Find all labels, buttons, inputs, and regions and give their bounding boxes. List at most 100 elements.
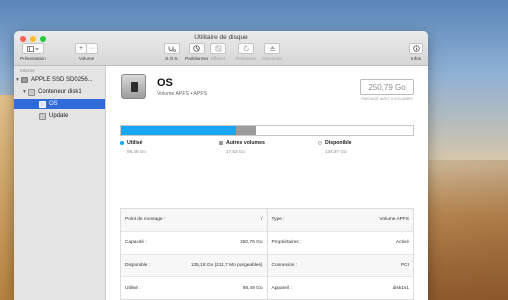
used-dot-icon bbox=[120, 141, 124, 145]
volume-buttons: + − bbox=[75, 43, 98, 54]
volume-large-icon bbox=[121, 74, 146, 99]
info-value: / bbox=[261, 217, 263, 223]
stethoscope-icon bbox=[168, 46, 176, 52]
sidebar-view-icon bbox=[27, 45, 39, 52]
legend-used-value: 98,49 Go bbox=[127, 149, 146, 154]
disclosure-down-icon[interactable]: ▼ bbox=[21, 89, 28, 95]
partition-pie-icon bbox=[193, 45, 200, 52]
info-button[interactable] bbox=[409, 43, 423, 54]
info-key: Point de montage : bbox=[125, 217, 166, 223]
sidebar-item-label: OS bbox=[49, 101, 58, 107]
sidebar-item-label: APPLE SSD SD0256... bbox=[31, 77, 93, 83]
info-key: Capacité : bbox=[125, 240, 147, 246]
info-column-left: Point de montage : / Capacité :250,79 Go … bbox=[121, 209, 268, 299]
other-square-icon bbox=[219, 141, 223, 145]
info-value: disk1s1 bbox=[392, 285, 409, 291]
usage-bar bbox=[120, 125, 414, 136]
info-key: Utilisé : bbox=[125, 285, 141, 291]
legend-free: Disponible 134,97 Go bbox=[318, 140, 352, 154]
legend-free-row: Disponible bbox=[318, 140, 352, 146]
sidebar-toggle-button[interactable] bbox=[21, 43, 44, 54]
container-icon bbox=[28, 88, 35, 96]
erase-control[interactable]: Effacer bbox=[210, 43, 226, 61]
info-key: Connexion : bbox=[271, 262, 298, 268]
eject-icon bbox=[269, 46, 275, 51]
sidebar-section-internal: Interne bbox=[20, 69, 35, 74]
restore-button[interactable] bbox=[238, 43, 255, 54]
sidebar: Interne ▼ APPLE SSD SD0256... ▼ Conteneu… bbox=[14, 66, 106, 300]
unmount-control[interactable]: Démonter bbox=[262, 43, 282, 61]
partition-control[interactable]: Partitionner bbox=[185, 43, 209, 61]
legend-other-value: 17,53 Go bbox=[226, 149, 245, 154]
titlebar: Utilitaire de disque Présentation + − Vo… bbox=[14, 31, 428, 66]
restore-label: Restaurer bbox=[236, 56, 257, 61]
internal-disk-icon bbox=[21, 77, 28, 83]
info-label: Infos bbox=[411, 56, 421, 61]
legend-free-value: 134,97 Go bbox=[325, 149, 347, 154]
disk-utility-window: Utilitaire de disque Présentation + − Vo… bbox=[14, 31, 428, 300]
info-value: 250,79 Go bbox=[240, 240, 263, 246]
sos-label: S.O.S. bbox=[165, 56, 179, 61]
legend-used: Utilisé 98,49 Go bbox=[120, 140, 146, 154]
unmount-button[interactable] bbox=[264, 43, 281, 54]
sidebar-item-disk[interactable]: ▼ APPLE SSD SD0256... bbox=[14, 75, 105, 85]
info-value: Volume APFS bbox=[379, 217, 409, 223]
info-row-used: Utilisé : 98,49 Go bbox=[121, 277, 267, 299]
legend-free-label: Disponible bbox=[325, 140, 352, 146]
sidebar-item-label: Update bbox=[49, 113, 69, 119]
info-table: Point de montage : / Capacité :250,79 Go … bbox=[120, 208, 414, 300]
capacity-note: PARTAGÉ AVEC 5 VOLUMES bbox=[361, 97, 413, 101]
info-row-owners: Propriétaires : Activé bbox=[267, 232, 413, 255]
main-panel: OS Volume APFS • APFS 250,79 Go PARTAGÉ … bbox=[106, 66, 428, 300]
info-row-mount-point: Point de montage : / bbox=[121, 209, 267, 232]
legend-other-row: Autres volumes bbox=[219, 140, 265, 146]
sos-control[interactable]: S.O.S. bbox=[164, 43, 180, 61]
volume-icon bbox=[39, 100, 46, 108]
info-row-capacity: Capacité : 250,79 Go bbox=[121, 232, 267, 255]
legend-used-row: Utilisé bbox=[120, 140, 146, 146]
partition-button[interactable] bbox=[188, 43, 205, 54]
info-row-available: Disponible : 135,18 Go (211,7 Mo purgeabl… bbox=[121, 254, 267, 278]
info-row-connection: Connexion : PCI bbox=[267, 254, 413, 278]
presentation-label: Présentation bbox=[20, 56, 46, 61]
info-row-type: Type : Volume APFS bbox=[267, 209, 413, 232]
partition-label: Partitionner bbox=[185, 56, 209, 61]
legend-used-label: Utilisé bbox=[127, 140, 143, 146]
unmount-label: Démonter bbox=[262, 56, 283, 61]
presentation-control[interactable]: Présentation bbox=[20, 43, 46, 61]
info-row-device: Appareil : disk1s1 bbox=[268, 277, 414, 299]
erase-label: Effacer bbox=[210, 56, 226, 61]
info-value: PCI bbox=[401, 262, 409, 268]
info-column-right: Type : Volume APFS Propriétaires : Activé … bbox=[267, 209, 414, 299]
remove-volume-button[interactable]: − bbox=[87, 43, 98, 54]
volume-label: Volume bbox=[78, 56, 95, 61]
info-key: Appareil : bbox=[271, 285, 292, 291]
legend-other: Autres volumes 17,53 Go bbox=[219, 140, 265, 154]
info-icon bbox=[412, 45, 420, 52]
capacity-box: 250,79 Go bbox=[360, 79, 414, 95]
restore-arrow-icon bbox=[243, 45, 249, 52]
sidebar-item-container[interactable]: ▼ Conteneur disk1 bbox=[14, 87, 105, 97]
volume-control: + − Volume bbox=[75, 43, 98, 61]
info-key: Disponible : bbox=[125, 262, 151, 268]
sidebar-item-update[interactable]: Update bbox=[14, 111, 105, 121]
legend-other-label: Autres volumes bbox=[226, 140, 265, 146]
add-volume-button[interactable]: + bbox=[75, 43, 87, 54]
first-aid-button[interactable] bbox=[164, 43, 180, 54]
disclosure-down-icon[interactable]: ▼ bbox=[14, 77, 21, 83]
info-key: Propriétaires : bbox=[271, 240, 302, 246]
sidebar-item-label: Conteneur disk1 bbox=[38, 89, 82, 95]
info-value: 98,49 Go bbox=[242, 285, 263, 291]
erase-disk-icon bbox=[215, 45, 221, 52]
restore-control[interactable]: Restaurer bbox=[236, 43, 256, 61]
sidebar-item-os[interactable]: OS bbox=[14, 99, 105, 109]
usage-bar-other-volumes bbox=[235, 126, 257, 135]
volume-name: OS bbox=[157, 77, 173, 89]
volume-icon bbox=[39, 112, 46, 120]
info-control[interactable]: Infos bbox=[409, 43, 423, 61]
info-key: Type : bbox=[271, 217, 285, 223]
usage-bar-used bbox=[121, 126, 236, 135]
erase-button[interactable] bbox=[210, 43, 226, 54]
free-dot-icon bbox=[318, 141, 322, 145]
info-value: 135,18 Go (211,7 Mo purgeables) bbox=[190, 262, 263, 268]
